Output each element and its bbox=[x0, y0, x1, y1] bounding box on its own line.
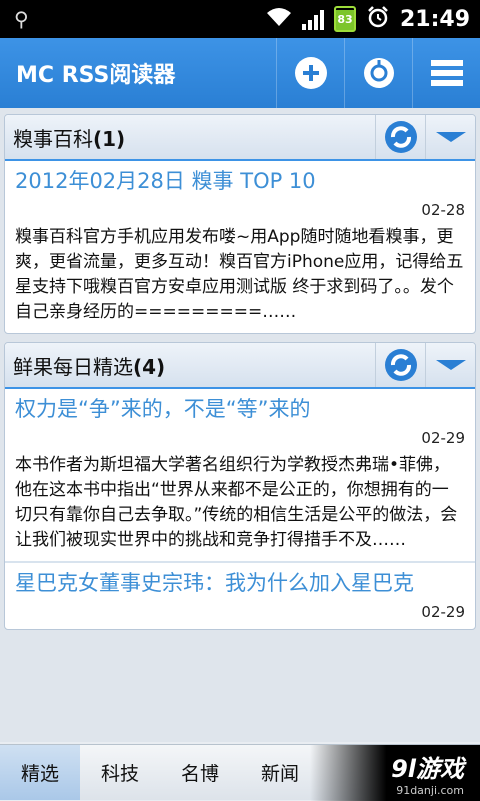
item-date: 02-29 bbox=[421, 603, 465, 621]
feed-item[interactable]: 星巴克女董事史宗玮：我为什么加入星巴克 02-29 bbox=[5, 563, 475, 629]
tab-blogs[interactable]: 名博 bbox=[160, 745, 240, 800]
menu-icon bbox=[430, 60, 463, 86]
menu-button[interactable] bbox=[412, 38, 480, 108]
feed-card: 鲜果每日精选(4) 权力是“争”来的，不是“等”来的 02-29 本书作者为斯坦… bbox=[4, 342, 476, 630]
item-date: 02-28 bbox=[421, 201, 465, 219]
watermark-url: 91danji.com bbox=[396, 784, 464, 797]
refresh-button[interactable] bbox=[375, 343, 425, 387]
tab-news[interactable]: 新闻 bbox=[240, 745, 320, 800]
item-title[interactable]: 星巴克女董事史宗玮：我为什么加入星巴克 bbox=[15, 569, 465, 597]
item-date: 02-29 bbox=[421, 429, 465, 447]
add-icon bbox=[294, 57, 327, 89]
tab-tech[interactable]: 科技 bbox=[80, 745, 160, 800]
feed-header[interactable]: 鲜果每日精选(4) bbox=[5, 343, 475, 389]
watermark: 9l游戏 91danji.com bbox=[310, 745, 480, 801]
chevron-down-icon bbox=[435, 132, 466, 142]
battery-icon: 83 bbox=[333, 6, 356, 32]
expand-button[interactable] bbox=[425, 115, 475, 159]
item-summary: 本书作者为斯坦福大学著名组织行为学教授杰弗瑞•菲佛，他在这本书中指出“世界从来都… bbox=[15, 455, 458, 550]
item-title[interactable]: 2012年02月28日 糗事 TOP 10 bbox=[15, 167, 465, 195]
status-bar: ⚲ 83 21:49 bbox=[0, 0, 480, 38]
feed-count: (1) bbox=[93, 126, 126, 151]
wifi-icon bbox=[266, 7, 292, 31]
battery-level: 83 bbox=[333, 6, 356, 32]
app-title-bar: MC RSS阅读器 bbox=[0, 38, 480, 108]
usb-icon: ⚲ bbox=[14, 7, 29, 31]
feed-item[interactable]: 权力是“争”来的，不是“等”来的 02-29 本书作者为斯坦福大学著名组织行为学… bbox=[5, 389, 475, 563]
refresh-button[interactable] bbox=[375, 115, 425, 159]
gear-icon bbox=[363, 58, 394, 88]
feed-title: 鲜果每日精选(4) bbox=[13, 354, 166, 379]
chevron-down-icon bbox=[435, 360, 466, 370]
feed-header[interactable]: 糗事百科(1) bbox=[5, 115, 475, 161]
refresh-icon bbox=[384, 349, 417, 381]
app-title: MC RSS阅读器 bbox=[16, 63, 176, 88]
alarm-icon bbox=[366, 5, 390, 33]
item-title[interactable]: 权力是“争”来的，不是“等”来的 bbox=[15, 395, 465, 423]
settings-button[interactable] bbox=[344, 38, 412, 108]
feed-item[interactable]: 2012年02月28日 糗事 TOP 10 02-28 糗事百科官方手机应用发布… bbox=[5, 161, 475, 333]
clock: 21:49 bbox=[399, 6, 470, 32]
feed-card: 糗事百科(1) 2012年02月28日 糗事 TOP 10 02-28 糗事百科… bbox=[4, 114, 476, 334]
feed-list: 糗事百科(1) 2012年02月28日 糗事 TOP 10 02-28 糗事百科… bbox=[0, 108, 480, 742]
tab-featured[interactable]: 精选 bbox=[0, 745, 80, 800]
refresh-icon bbox=[384, 121, 417, 153]
bottom-tab-bar: 精选 科技 名博 新闻 9l游戏 91danji.com bbox=[0, 744, 480, 801]
expand-button[interactable] bbox=[425, 343, 475, 387]
add-feed-button[interactable] bbox=[276, 38, 344, 108]
feed-count: (4) bbox=[133, 354, 166, 379]
signal-icon bbox=[301, 8, 324, 30]
watermark-logo: 9l游戏 bbox=[391, 755, 464, 783]
item-summary: 糗事百科官方手机应用发布喽~用App随时随地看糗事，更爽，更省流量，更多互动！糗… bbox=[15, 227, 464, 322]
feed-title: 糗事百科(1) bbox=[13, 126, 126, 151]
